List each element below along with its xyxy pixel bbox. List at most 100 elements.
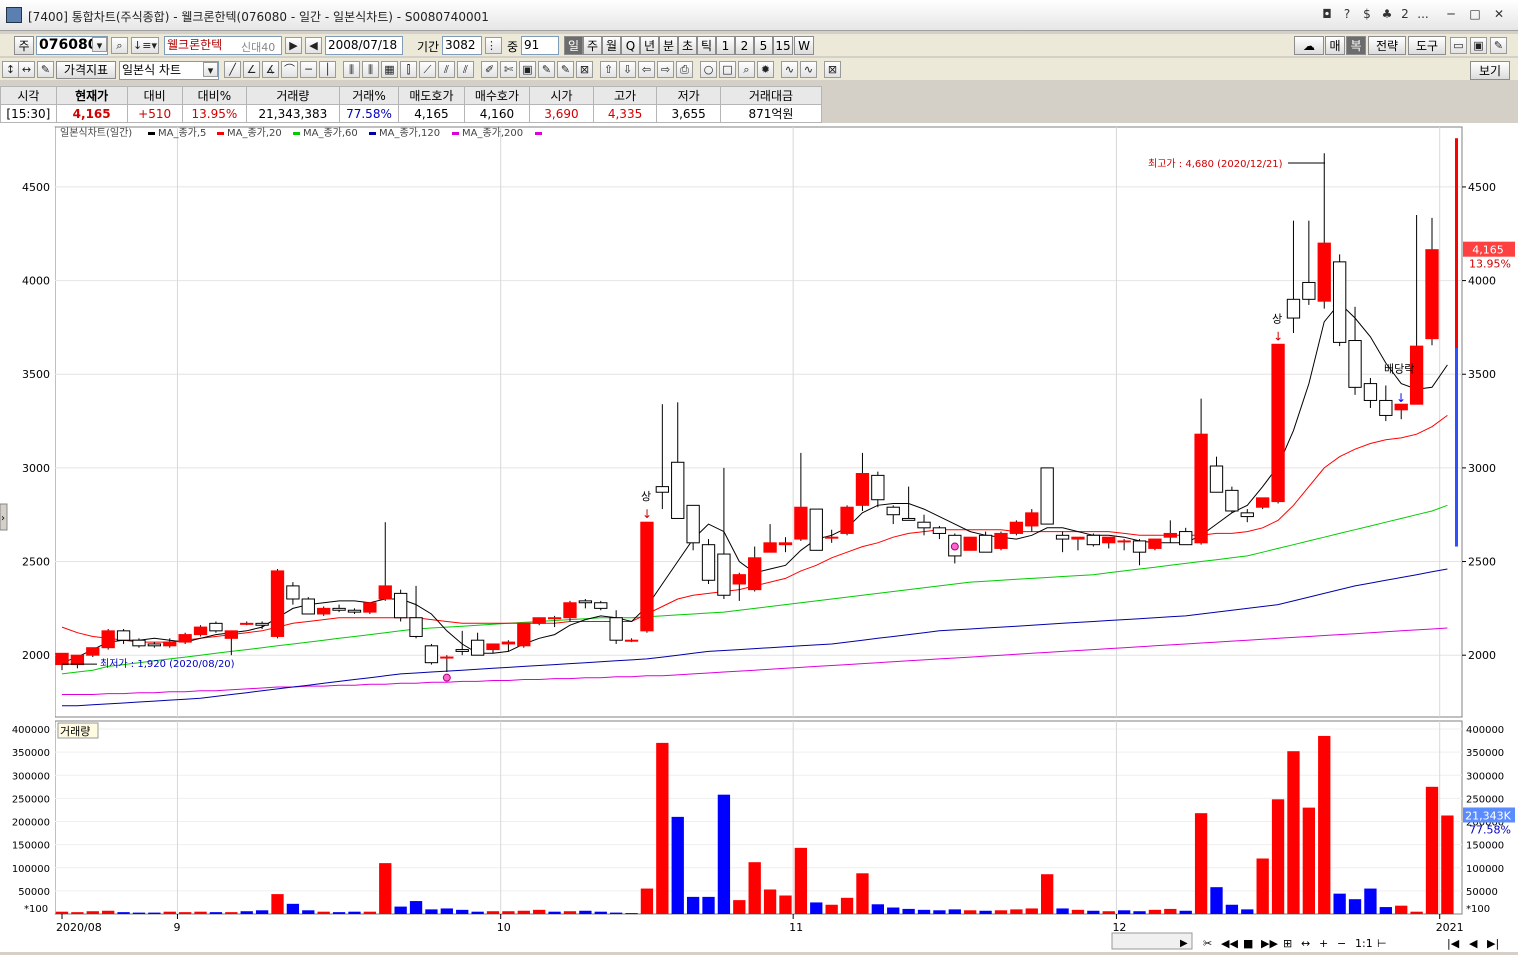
cycle-icon[interactable]: ⫼ bbox=[362, 61, 379, 78]
strategy-button[interactable]: 전략 bbox=[1368, 36, 1406, 55]
color-icon[interactable]: ▣ bbox=[519, 61, 536, 78]
minimize-button[interactable]: ─ bbox=[1442, 6, 1460, 22]
price-tick-left: 2000 bbox=[22, 649, 50, 662]
screen-number[interactable]: 2 bbox=[1396, 6, 1414, 22]
maximize-button[interactable]: □ bbox=[1466, 6, 1484, 22]
box-icon[interactable]: ⊠ bbox=[576, 61, 593, 78]
candle-body bbox=[855, 473, 870, 506]
tab-5[interactable]: 5 bbox=[754, 36, 773, 55]
zoom-in-icon[interactable]: + bbox=[1319, 937, 1328, 950]
volume-tick-right: 100000 bbox=[1466, 864, 1504, 875]
wave-icon[interactable]: ∿ bbox=[781, 61, 798, 78]
parallel-icon[interactable]: ⫽ bbox=[438, 61, 455, 78]
count-input[interactable]: 91 bbox=[521, 36, 559, 55]
first-icon[interactable]: |◀ bbox=[1447, 937, 1460, 950]
chevron-down-icon[interactable]: ▾ bbox=[203, 62, 218, 77]
legend-label: MA_종가,5 bbox=[158, 127, 206, 139]
print-icon[interactable]: ⎙ bbox=[676, 61, 693, 78]
tab-day[interactable]: 일 bbox=[564, 36, 583, 55]
prev-icon[interactable]: ◀ bbox=[1469, 937, 1478, 950]
cut-icon[interactable]: ✄ bbox=[500, 61, 517, 78]
arrow-left-right-icon[interactable]: ↔ bbox=[18, 61, 35, 78]
rewind-icon[interactable]: ◀◀ bbox=[1221, 937, 1238, 950]
vline-icon[interactable]: │ bbox=[319, 61, 336, 78]
zoom-icon[interactable]: ⌕ bbox=[738, 61, 755, 78]
grid-icon[interactable]: ▦ bbox=[381, 61, 398, 78]
trade-button[interactable]: 매 bbox=[1325, 36, 1345, 55]
hline-icon[interactable]: ─ bbox=[300, 61, 317, 78]
tab-quarter[interactable]: Q bbox=[621, 36, 640, 55]
note-icon[interactable]: ✎ bbox=[557, 61, 574, 78]
volume-tick-right: 150000 bbox=[1466, 841, 1504, 852]
indicator-button[interactable]: 가격지표 bbox=[56, 61, 116, 79]
tab-1[interactable]: 1 bbox=[716, 36, 735, 55]
more-icon[interactable]: ... bbox=[1414, 6, 1432, 22]
edit-icon[interactable]: ✎ bbox=[37, 61, 54, 78]
fan-icon[interactable]: ∡ bbox=[262, 61, 279, 78]
trendline-icon[interactable]: ╱ bbox=[224, 61, 241, 78]
chevron-down-icon[interactable]: ▾ bbox=[92, 37, 107, 52]
next-arrow-icon[interactable]: ▶ bbox=[285, 37, 302, 54]
ray-icon[interactable]: ⟋ bbox=[419, 61, 436, 78]
fill-icon[interactable]: ✎ bbox=[538, 61, 555, 78]
last-icon[interactable]: ▶| bbox=[1487, 937, 1499, 950]
folder-icon[interactable]: ▭ bbox=[1450, 37, 1467, 54]
clear-icon[interactable]: ⊠ bbox=[824, 61, 841, 78]
close-button[interactable]: ✕ bbox=[1490, 6, 1508, 22]
arrow-up-icon[interactable]: ⇧ bbox=[600, 61, 617, 78]
tab-won[interactable]: W bbox=[794, 36, 814, 55]
cut-icon[interactable]: ✂ bbox=[1203, 937, 1212, 950]
candle-body bbox=[732, 574, 746, 585]
arrow-right-icon[interactable]: ⇨ bbox=[657, 61, 674, 78]
wrench-icon[interactable]: ✎ bbox=[1490, 37, 1507, 54]
fit-icon[interactable]: ↔ bbox=[1301, 937, 1310, 950]
grid-icon[interactable]: ⊞ bbox=[1283, 937, 1292, 950]
tab-minute[interactable]: 분 bbox=[659, 36, 678, 55]
arc-icon[interactable]: ⌒ bbox=[281, 61, 298, 78]
tab-15[interactable]: 15 bbox=[773, 36, 793, 55]
tab-second[interactable]: 초 bbox=[678, 36, 697, 55]
date-input[interactable]: 2008/07/18 bbox=[325, 36, 403, 55]
zoom-out-icon[interactable]: − bbox=[1337, 937, 1346, 950]
volume-tick-left: 400000 bbox=[12, 725, 50, 736]
search-icon[interactable]: ⌕ bbox=[111, 37, 128, 54]
candle-body bbox=[701, 544, 716, 581]
market-selector[interactable]: 주 bbox=[14, 36, 34, 55]
prev-arrow-icon[interactable]: ◀ bbox=[305, 37, 322, 54]
chart-area[interactable]: › 2000 2000 2500 2500 3000 3000 3500 3500 4000 400… bbox=[0, 123, 1518, 952]
view-button[interactable]: 보기 bbox=[1470, 61, 1510, 80]
tools-button[interactable]: 도구 bbox=[1408, 36, 1446, 55]
tab-month[interactable]: 월 bbox=[602, 36, 621, 55]
period-input[interactable]: 3082 bbox=[442, 36, 482, 55]
parallel2-icon[interactable]: ⫽ bbox=[457, 61, 474, 78]
settings-icon[interactable]: ♣ bbox=[1378, 6, 1396, 22]
candlestick-chart[interactable]: › 2000 2000 2500 2500 3000 3000 3500 3500 4000 400… bbox=[0, 123, 1518, 952]
arrow-left-icon[interactable]: ⇦ bbox=[638, 61, 655, 78]
wave2-icon[interactable]: ∿ bbox=[800, 61, 817, 78]
slider-icon[interactable]: ⊢ bbox=[1377, 937, 1387, 950]
arrow-up-down-icon[interactable]: ↕ bbox=[2, 61, 19, 78]
grid-icon[interactable]: ⋮⋮ bbox=[485, 37, 502, 54]
link-icon[interactable]: ◘ bbox=[1318, 6, 1336, 22]
save-icon[interactable]: ▣ bbox=[1470, 37, 1487, 54]
multi-button[interactable]: 복 bbox=[1346, 36, 1366, 55]
currency-icon[interactable]: $ bbox=[1358, 6, 1376, 22]
angle-icon[interactable]: ∠ bbox=[243, 61, 260, 78]
fibo-icon[interactable]: ⫼ bbox=[343, 61, 360, 78]
tab-week[interactable]: 주 bbox=[583, 36, 602, 55]
star-icon[interactable]: ✹ bbox=[757, 61, 774, 78]
cloud-icon[interactable]: ☁ bbox=[1294, 36, 1324, 55]
tab-2[interactable]: 2 bbox=[735, 36, 754, 55]
tab-year[interactable]: 년 bbox=[640, 36, 659, 55]
arrow-down-icon[interactable]: ⇩ bbox=[619, 61, 636, 78]
help-icon[interactable]: ? bbox=[1338, 6, 1356, 22]
rect-icon[interactable]: □ bbox=[719, 61, 736, 78]
tab-tick[interactable]: 틱 bbox=[697, 36, 716, 55]
sort-icon[interactable]: ↓≡▾ bbox=[131, 37, 159, 54]
circle-icon[interactable]: ○ bbox=[700, 61, 717, 78]
stop-icon[interactable]: ■ bbox=[1243, 937, 1253, 950]
pen-icon[interactable]: ✐ bbox=[481, 61, 498, 78]
channel-icon[interactable]: ⫿ bbox=[400, 61, 417, 78]
zoom-reset-icon[interactable]: 1:1 bbox=[1355, 937, 1373, 950]
forward-icon[interactable]: ▶▶ bbox=[1261, 937, 1278, 950]
